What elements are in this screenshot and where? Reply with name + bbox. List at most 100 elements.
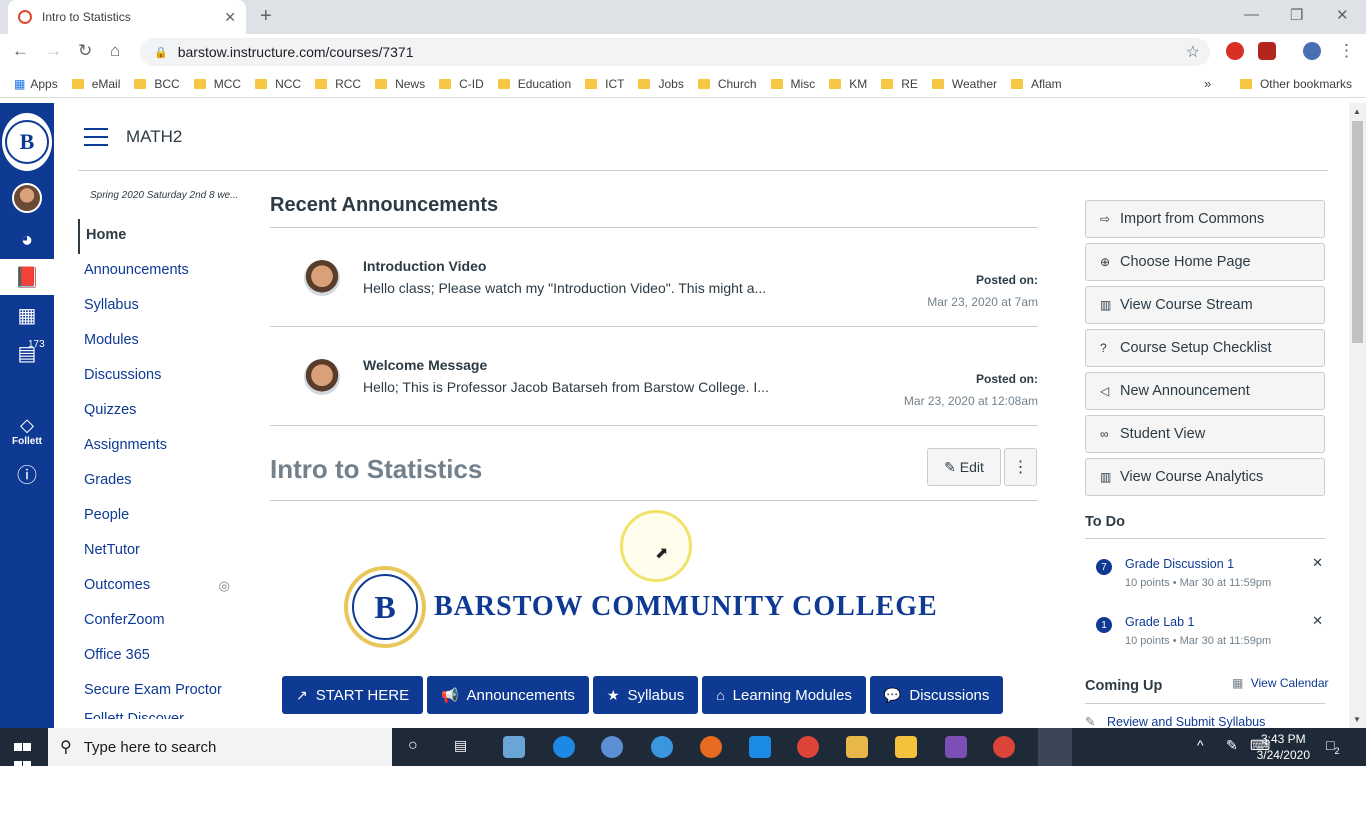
file-explorer-icon[interactable] (846, 736, 868, 758)
help-nav-item[interactable]: ⓘ (0, 459, 54, 488)
course-nav-quizzes[interactable]: Quizzes (78, 394, 238, 429)
course-nav-discussions[interactable]: Discussions (78, 359, 238, 394)
system-clock[interactable]: 3:43 PM 3/24/2020 (1257, 731, 1310, 763)
course-setup-checklist-button[interactable]: ? Course Setup Checklist (1085, 329, 1325, 367)
inbox-nav-item[interactable]: ▤ 173 (0, 339, 54, 366)
show-hidden-icons-chevron-icon[interactable]: ^ (1197, 737, 1204, 753)
chrome-icon[interactable] (797, 736, 819, 758)
todo-title[interactable]: Grade Discussion 1 (1125, 557, 1234, 571)
announcement-item[interactable]: Introduction Video Hello class; Please w… (270, 228, 1038, 327)
bookmark-folder[interactable]: BCC (134, 77, 180, 91)
chat-app-icon[interactable] (749, 736, 771, 758)
extension-pdf-icon[interactable] (1258, 42, 1276, 60)
course-nav-syllabus[interactable]: Syllabus (78, 289, 238, 324)
chrome-icon[interactable] (993, 736, 1015, 758)
course-nav-follett-discover[interactable]: Follett Discover (78, 709, 238, 719)
bookmark-folder[interactable]: NCC (255, 77, 301, 91)
course-nav-nettutor[interactable]: NetTutor (78, 534, 238, 569)
extension-stop-icon[interactable] (1226, 42, 1244, 60)
todo-title[interactable]: Grade Lab 1 (1125, 615, 1195, 629)
notifications-icon[interactable]: □2 (1326, 737, 1339, 756)
cortana-icon[interactable]: ○ (408, 737, 418, 755)
visual-studio-icon[interactable] (945, 736, 967, 758)
task-view-icon[interactable]: ▤ (454, 737, 467, 754)
calendar-nav-item[interactable]: ▦ (0, 303, 54, 328)
browser-menu-icon[interactable]: ⋮ (1338, 41, 1355, 61)
scroll-up-icon[interactable]: ▲ (1353, 107, 1361, 116)
view-course-stream-button[interactable]: ▥ View Course Stream (1085, 286, 1325, 324)
bookmark-star-icon[interactable]: ☆ (1186, 42, 1200, 62)
new-announcement-button[interactable]: ◁ New Announcement (1085, 372, 1325, 410)
bookmark-folder[interactable]: Education (497, 77, 571, 91)
scroll-down-icon[interactable]: ▼ (1353, 715, 1361, 724)
collapse-nav-icon[interactable]: ⇥ (12, 795, 29, 820)
internet-explorer-icon[interactable] (651, 736, 673, 758)
edit-button[interactable]: ✎ Edit (927, 448, 1001, 486)
view-course-analytics-button[interactable]: ▥ View Course Analytics (1085, 458, 1325, 496)
windows-start-icon[interactable] (14, 739, 32, 769)
dashboard-nav-item[interactable]: ◕ (0, 229, 54, 252)
dismiss-icon[interactable]: ✕ (1312, 555, 1323, 571)
bookmarks-overflow-icon[interactable]: » (1204, 76, 1211, 91)
bookmark-folder[interactable]: News (375, 77, 425, 91)
settings-app-icon[interactable] (601, 736, 623, 758)
apps-shortcut[interactable]: ▦ Apps (14, 77, 58, 91)
coming-up-item[interactable]: ✎ Review and Submit Syllabus (1085, 714, 1265, 729)
announcement-item[interactable]: Welcome Message Hello; This is Professor… (270, 327, 1038, 426)
follett-nav-item[interactable]: ◇ Follett (0, 415, 54, 447)
dismiss-icon[interactable]: ✕ (1312, 613, 1323, 629)
import-from-commons-button[interactable]: ⇨ Import from Commons (1085, 200, 1325, 238)
course-nav-people[interactable]: People (78, 499, 238, 534)
address-bar[interactable]: 🔒 barstow.instructure.com/courses/7371 ☆ (140, 38, 1210, 66)
bookmark-folder[interactable]: Aflam (1011, 77, 1062, 91)
learning-modules-button[interactable]: ⌂ Learning Modules (702, 676, 866, 714)
account-nav-item[interactable] (0, 183, 54, 213)
minimize-icon[interactable]: — (1244, 6, 1259, 23)
student-view-button[interactable]: ∞ Student View (1085, 415, 1325, 453)
todo-item[interactable]: 7 Grade Discussion 1 10 points • Mar 30 … (1085, 545, 1325, 601)
bookmark-folder[interactable]: KM (829, 77, 867, 91)
bookmark-folder[interactable]: Church (697, 77, 757, 91)
new-tab-button[interactable]: + (260, 5, 272, 28)
scrollbar-thumb[interactable] (1352, 121, 1363, 343)
profile-avatar-icon[interactable] (1303, 42, 1321, 60)
edge-icon[interactable] (553, 736, 575, 758)
course-nav-conferzoom[interactable]: ConferZoom (78, 604, 238, 639)
bookmark-folder[interactable]: ICT (585, 77, 624, 91)
view-calendar-link[interactable]: ▦ View Calendar (1232, 676, 1329, 690)
course-nav-secure-exam-proctor[interactable]: Secure Exam Proctor (78, 674, 238, 709)
course-nav-grades[interactable]: Grades (78, 464, 238, 499)
course-nav-modules[interactable]: Modules (78, 324, 238, 359)
bookmark-folder[interactable]: RE (881, 77, 918, 91)
pen-icon[interactable]: ✎ (1226, 737, 1238, 754)
course-nav-announcements[interactable]: Announcements (78, 254, 238, 289)
announcements-button[interactable]: 📢 Announcements (427, 676, 589, 714)
firefox-icon[interactable] (700, 736, 722, 758)
browser-tab[interactable]: Intro to Statistics ✕ (8, 0, 246, 34)
snipping-tool-icon[interactable] (1038, 728, 1072, 766)
bookmark-folder[interactable]: Weather (931, 77, 997, 91)
app-icon[interactable] (503, 736, 525, 758)
back-icon[interactable]: ← (12, 41, 29, 61)
other-bookmarks[interactable]: Other bookmarks (1239, 77, 1352, 91)
start-here-button[interactable]: ↗ START HERE (282, 676, 424, 714)
course-nav-home[interactable]: Home (78, 219, 238, 254)
discussions-button[interactable]: 💬 Discussions (869, 676, 1004, 714)
home-icon[interactable]: ⌂ (110, 41, 120, 61)
taskbar-search[interactable]: ⚲ Type here to search (48, 728, 392, 766)
choose-home-page-button[interactable]: ⊕ Choose Home Page (1085, 243, 1325, 281)
course-nav-assignments[interactable]: Assignments (78, 429, 238, 464)
bookmark-folder[interactable]: Jobs (638, 77, 684, 91)
more-options-button[interactable]: ⋮ (1004, 448, 1037, 486)
announcement-title[interactable]: Welcome Message (363, 357, 487, 373)
close-tab-icon[interactable]: ✕ (224, 9, 236, 26)
reload-icon[interactable]: ↻ (78, 41, 92, 61)
todo-item[interactable]: 1 Grade Lab 1 10 points • Mar 30 at 11:5… (1085, 603, 1325, 659)
course-breadcrumb[interactable]: MATH2 (126, 127, 182, 147)
course-menu-toggle[interactable] (84, 128, 108, 152)
page-scrollbar[interactable]: ▲ ▼ (1349, 103, 1366, 728)
restore-icon[interactable]: ❐ (1290, 6, 1303, 24)
course-nav-outcomes[interactable]: Outcomes (78, 569, 238, 604)
bookmark-folder[interactable]: eMail (71, 77, 120, 91)
bookmark-folder[interactable]: RCC (315, 77, 361, 91)
